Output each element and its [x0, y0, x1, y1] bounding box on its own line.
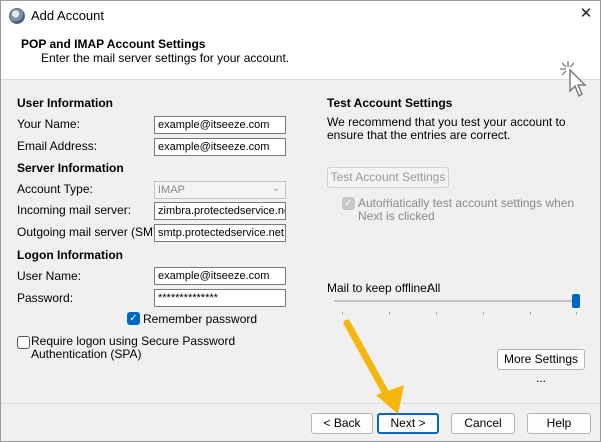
- header-title: POP and IMAP Account Settings: [21, 37, 206, 51]
- slider-tick: [483, 312, 484, 315]
- spa-checkbox[interactable]: [17, 336, 30, 349]
- wand-cursor-icon: [560, 61, 587, 98]
- add-account-dialog: Add Account ✕ POP and IMAP Account Setti…: [0, 0, 601, 442]
- test-settings-heading: Test Account Settings: [327, 96, 453, 110]
- auto-test-checkbox[interactable]: ✓: [342, 197, 355, 210]
- mail-offline-slider-thumb[interactable]: [572, 294, 580, 308]
- email-address-label: Email Address:: [17, 139, 98, 153]
- more-settings-button[interactable]: More Settings ...: [497, 349, 585, 385]
- test-settings-description: We recommend that you test your account …: [327, 115, 566, 142]
- outgoing-server-input[interactable]: smtp.protectedservice.net: [154, 224, 286, 242]
- help-button[interactable]: Help: [527, 413, 591, 434]
- your-name-input[interactable]: example@itseeze.com: [154, 116, 286, 134]
- spa-label: Require logon using Secure Password Auth…: [31, 334, 236, 361]
- outgoing-server-label: Outgoing mail server (SMTP):: [17, 225, 176, 239]
- remember-password-label: Remember password: [143, 312, 258, 326]
- account-type-select: IMAP ⌄: [154, 181, 286, 199]
- your-name-label: Your Name:: [17, 117, 80, 131]
- test-account-settings-button[interactable]: Test Account Settings ...: [327, 167, 449, 203]
- footer-separator: [1, 403, 600, 404]
- user-name-label: User Name:: [17, 269, 82, 283]
- slider-tick: [530, 312, 531, 315]
- password-label: Password:: [17, 291, 74, 305]
- slider-tick: [576, 312, 577, 315]
- account-type-label: Account Type:: [17, 182, 93, 196]
- server-info-heading: Server Information: [17, 161, 124, 175]
- incoming-server-label: Incoming mail server:: [17, 203, 132, 217]
- window-title: Add Account: [31, 8, 104, 23]
- auto-test-label: Automatically test account settings when…: [358, 196, 575, 223]
- user-name-input[interactable]: example@itseeze.com: [154, 267, 286, 285]
- chevron-down-icon: ⌄: [271, 183, 280, 194]
- slider-tick: [389, 312, 390, 315]
- mail-offline-label: Mail to keep offline:: [327, 281, 431, 295]
- dialog-header: POP and IMAP Account Settings Enter the …: [1, 29, 600, 98]
- incoming-server-input[interactable]: zimbra.protectedservice.net: [154, 202, 286, 220]
- title-bar: Add Account ✕: [1, 1, 600, 29]
- mail-offline-value: All: [427, 281, 441, 295]
- password-input[interactable]: **************: [154, 289, 286, 307]
- header-subtitle: Enter the mail server settings for your …: [41, 51, 290, 65]
- logon-info-heading: Logon Information: [17, 248, 123, 262]
- slider-tick: [436, 312, 437, 315]
- outlook-app-icon: [9, 8, 25, 24]
- user-info-heading: User Information: [17, 96, 114, 110]
- annotation-arrow-icon: [343, 319, 404, 414]
- mail-offline-slider-track[interactable]: [334, 300, 580, 302]
- close-icon[interactable]: ✕: [577, 5, 595, 23]
- cancel-button[interactable]: Cancel: [451, 413, 515, 434]
- slider-tick: [342, 312, 343, 315]
- remember-password-checkbox[interactable]: ✓: [127, 312, 140, 325]
- account-type-value: IMAP: [158, 184, 185, 196]
- email-address-input[interactable]: example@itseeze.com: [154, 138, 286, 156]
